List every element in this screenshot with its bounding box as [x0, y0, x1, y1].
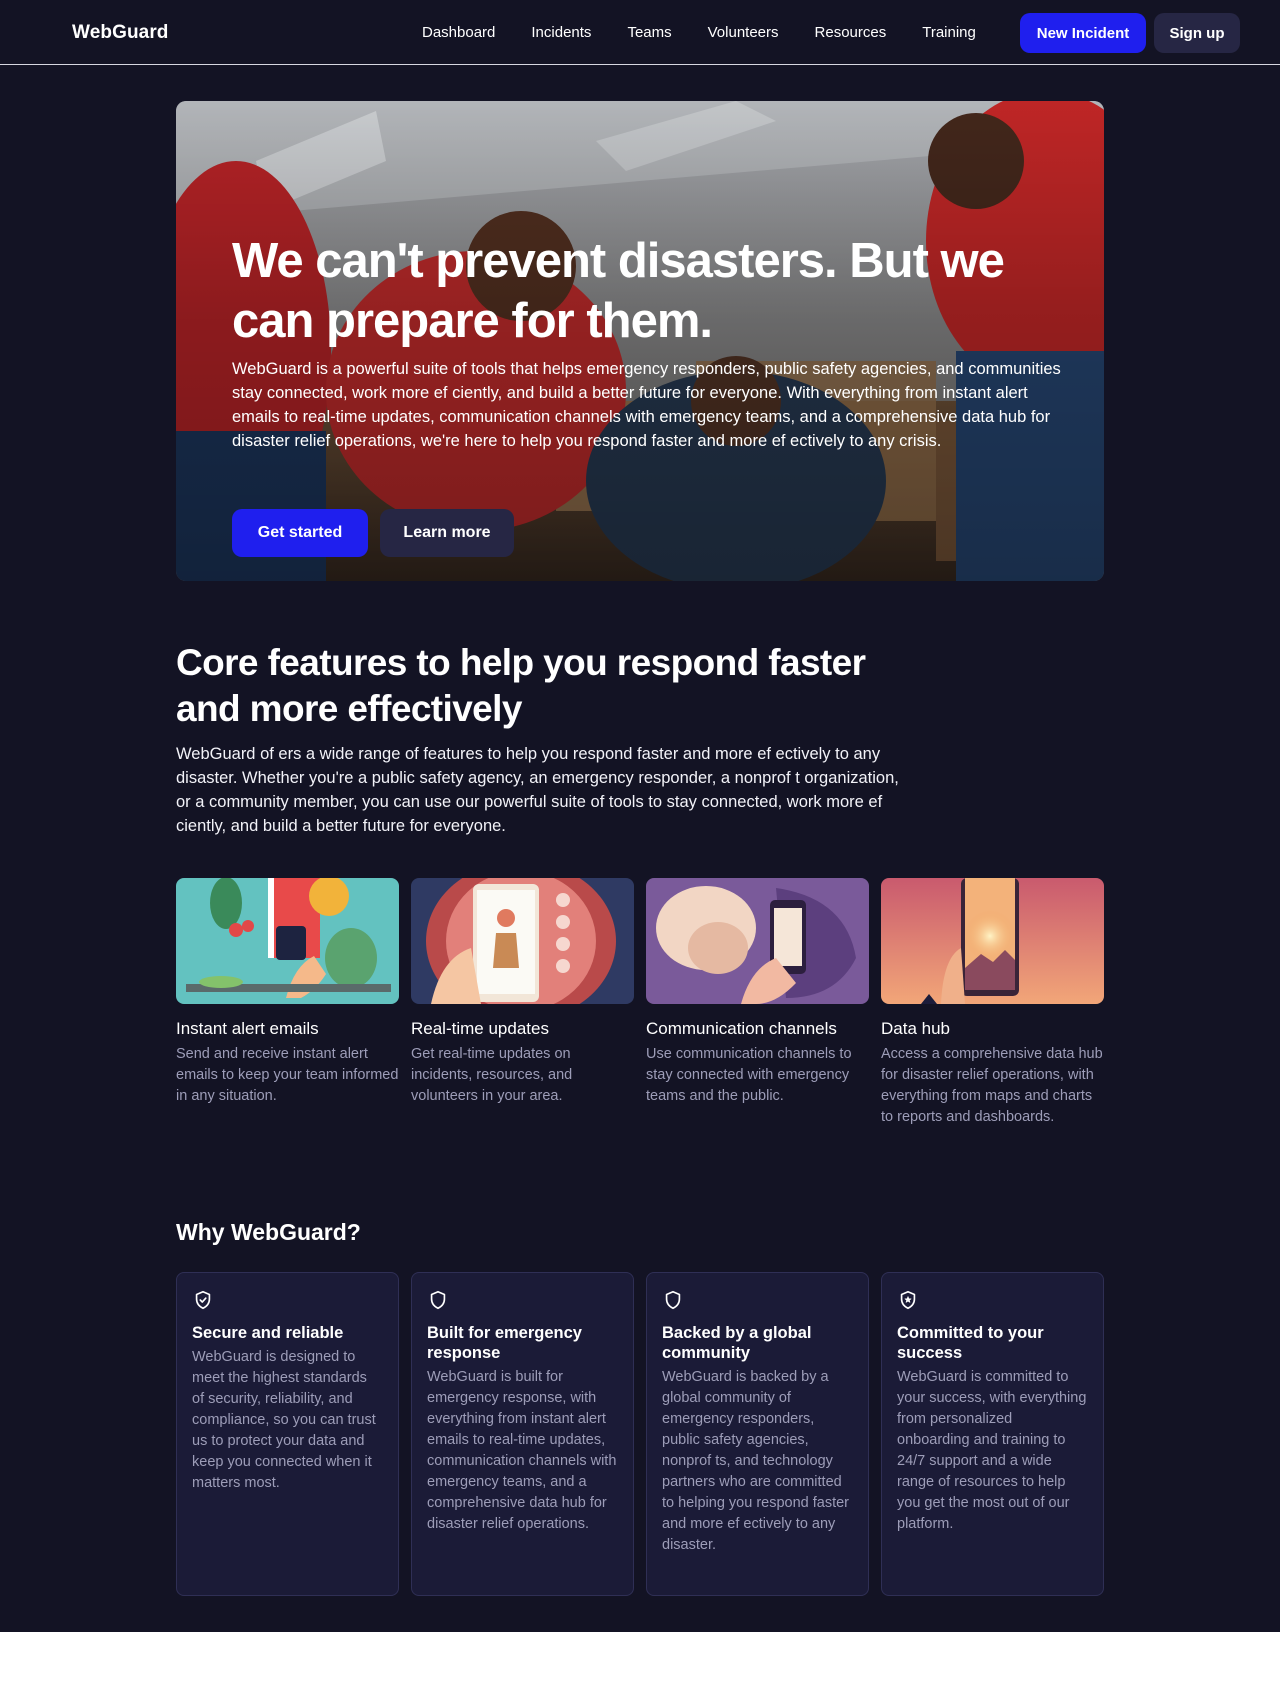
feature-card-data-hub: Data hub Access a comprehensive data hub…: [881, 878, 1104, 1128]
why-card-list: Secure and reliable WebGuard is designed…: [176, 1272, 1104, 1596]
why-card-title: Backed by a global community: [662, 1324, 812, 1362]
shield-star-icon: [900, 1290, 916, 1310]
shield-check-icon: [195, 1290, 211, 1310]
nav-link-resources[interactable]: Resources: [797, 13, 905, 53]
feature-title: Real-time updates: [411, 1019, 549, 1038]
top-nav: WebGuard Dashboard Incidents Teams Volun…: [0, 0, 1280, 65]
feature-description: Send and receive instant alert emails to…: [176, 1046, 399, 1104]
nav-link-training[interactable]: Training: [904, 13, 994, 53]
why-card-description: WebGuard is backed by a global community…: [662, 1369, 850, 1553]
why-title: Why WebGuard?: [176, 1219, 361, 1245]
why-card-title: Secure and reliable: [192, 1324, 344, 1342]
get-started-button[interactable]: Get started: [232, 509, 368, 557]
page: WebGuard Dashboard Incidents Teams Volun…: [0, 0, 1280, 1632]
nav-link-dashboard[interactable]: Dashboard: [404, 13, 513, 53]
core-features-description: WebGuard of ers a wide range of features…: [176, 745, 899, 835]
why-card-description: WebGuard is designed to meet the highest…: [192, 1349, 376, 1491]
nav-link-incidents[interactable]: Incidents: [513, 13, 609, 53]
communication-channels-illustration: [646, 878, 869, 1004]
sign-up-button[interactable]: Sign up: [1154, 13, 1240, 53]
why-card-title: Committed to your success: [897, 1324, 1044, 1362]
hero-description: WebGuard is a powerful suite of tools th…: [232, 360, 1061, 450]
feature-card-communication-channels: Communication channels Use communication…: [646, 878, 869, 1128]
why-card-emergency: Built for emergency response WebGuard is…: [411, 1272, 634, 1596]
hero-banner: We can't prevent disasters. But we can p…: [176, 101, 1104, 581]
feature-title: Data hub: [881, 1019, 950, 1038]
feature-description: Get real-time updates on incidents, reso…: [411, 1046, 573, 1104]
nav-link-teams[interactable]: Teams: [609, 13, 689, 53]
feature-card-realtime-updates: Real-time updates Get real-time updates …: [411, 878, 634, 1128]
feature-title: Instant alert emails: [176, 1019, 319, 1038]
nav-links: Dashboard Incidents Teams Volunteers Res…: [404, 13, 994, 53]
why-card-success: Committed to your success WebGuard is co…: [881, 1272, 1104, 1596]
feature-list: Instant alert emails Send and receive in…: [176, 878, 1104, 1128]
nav-link-volunteers[interactable]: Volunteers: [690, 13, 797, 53]
feature-card-alert-emails: Instant alert emails Send and receive in…: [176, 878, 399, 1128]
shield-icon: [665, 1290, 681, 1310]
feature-description: Access a comprehensive data hub for disa…: [881, 1046, 1103, 1125]
why-card-description: WebGuard is committed to your success, w…: [897, 1369, 1087, 1532]
learn-more-button[interactable]: Learn more: [380, 509, 514, 557]
data-hub-illustration: [881, 878, 1104, 1004]
why-card-secure: Secure and reliable WebGuard is designed…: [176, 1272, 399, 1596]
feature-description: Use communication channels to stay conne…: [646, 1046, 852, 1104]
why-card-description: WebGuard is built for emergency response…: [427, 1369, 617, 1532]
shield-icon: [430, 1290, 446, 1310]
why-card-title: Built for emergency response: [427, 1324, 582, 1362]
feature-title: Communication channels: [646, 1019, 837, 1038]
new-incident-button[interactable]: New Incident: [1020, 13, 1146, 53]
alert-emails-illustration: [176, 878, 399, 1004]
core-features-title: Core features to help you respond faster…: [176, 642, 866, 729]
why-card-community: Backed by a global community WebGuard is…: [646, 1272, 869, 1596]
brand-logo[interactable]: WebGuard: [72, 22, 169, 44]
hero-title: We can't prevent disasters. But we can p…: [232, 234, 1005, 348]
realtime-updates-illustration: [411, 878, 634, 1004]
